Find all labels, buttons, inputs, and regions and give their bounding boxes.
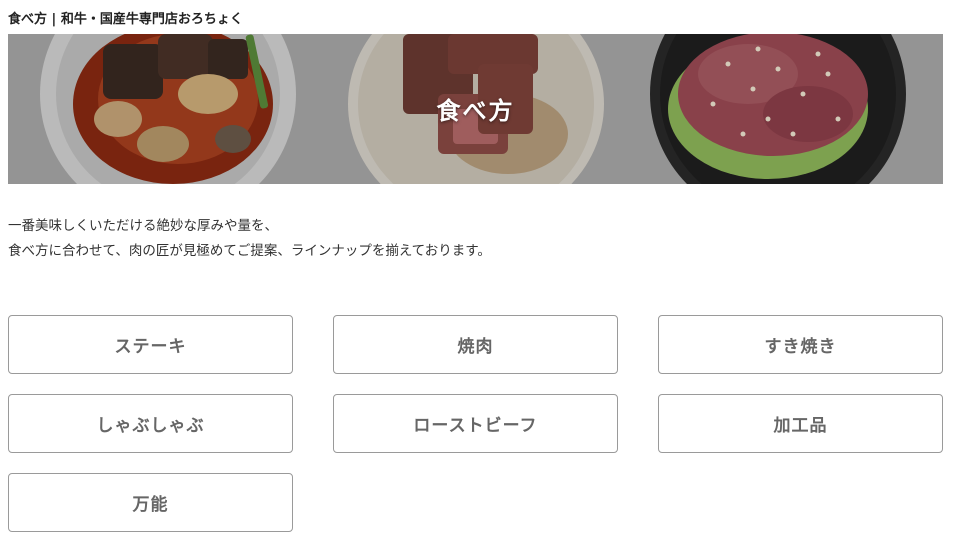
- breadcrumb-current: 食べ方: [8, 12, 48, 27]
- breadcrumb-separator: |: [51, 12, 57, 27]
- category-button-processed-goods[interactable]: 加工品: [658, 394, 943, 453]
- hero-banner: 食べ方: [8, 34, 943, 184]
- breadcrumb: 食べ方 | 和牛・国産牛専門店おろちょく: [8, 10, 243, 30]
- category-button-shabushabu[interactable]: しゃぶしゃぶ: [8, 394, 293, 453]
- intro-text: 一番美味しくいただける絶妙な厚みや量を、 食べ方に合わせて、肉の匠が見極めてご提…: [8, 214, 943, 264]
- category-button-roast-beef[interactable]: ローストビーフ: [333, 394, 618, 453]
- category-button-yakiniku[interactable]: 焼肉: [333, 315, 618, 374]
- category-button-all-purpose[interactable]: 万能: [8, 473, 293, 532]
- category-button-sukiyaki[interactable]: すき焼き: [658, 315, 943, 374]
- category-button-steak[interactable]: ステーキ: [8, 315, 293, 374]
- hero-title: 食べ方: [436, 97, 515, 125]
- breadcrumb-site-link[interactable]: 和牛・国産牛専門店おろちょく: [61, 12, 243, 27]
- intro-line-1: 一番美味しくいただける絶妙な厚みや量を、: [8, 218, 278, 234]
- intro-line-2: 食べ方に合わせて、肉の匠が見極めてご提案、ラインナップを揃えております。: [8, 243, 491, 259]
